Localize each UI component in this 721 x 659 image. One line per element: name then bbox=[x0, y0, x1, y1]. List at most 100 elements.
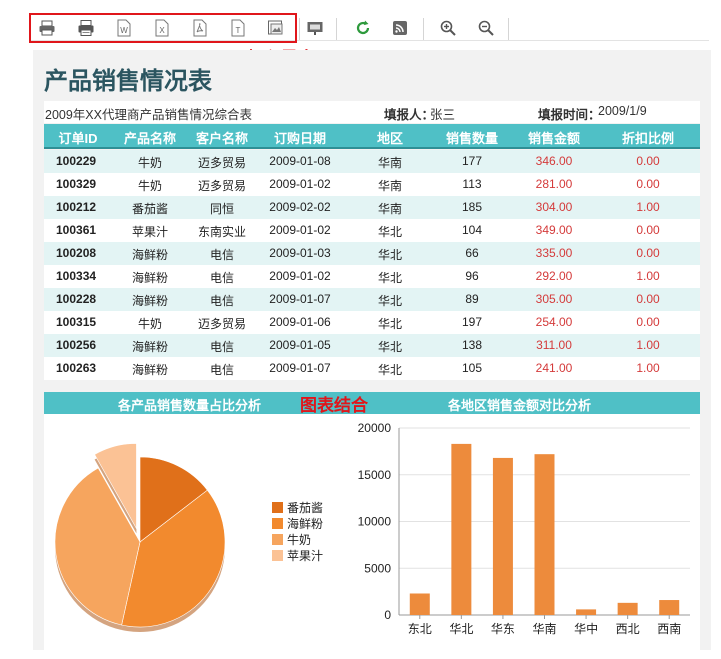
table-cell: 1.00 bbox=[636, 338, 660, 352]
table-cell: 迈多贸易 bbox=[197, 156, 246, 170]
table-cell: 349.00 bbox=[535, 223, 573, 237]
table-cell: 100212 bbox=[56, 200, 97, 214]
column-header[interactable]: 订购日期 bbox=[264, 128, 336, 147]
report-info-bar: 2009年XX代理商产品销售情况综合表 填报人： 张三 填报时间： 2009/1… bbox=[44, 101, 700, 123]
table-cell: 2009-02-02 bbox=[269, 200, 331, 214]
table-cell: 0.00 bbox=[636, 315, 660, 329]
table-cell: 254.00 bbox=[535, 315, 573, 329]
table-cell: 电信 bbox=[209, 248, 234, 262]
feed-icon bbox=[393, 21, 407, 35]
toolbar-separator bbox=[423, 18, 424, 40]
table-cell: 迈多贸易 bbox=[197, 179, 246, 193]
table-row[interactable]: 100334 海鲜粉 电信 2009-01-02 华北 96 292.00 1.00 bbox=[44, 265, 700, 288]
zoom-in-button[interactable] bbox=[436, 16, 460, 40]
table-cell: 0.00 bbox=[636, 177, 660, 191]
table-cell: 2009-01-03 bbox=[269, 246, 331, 260]
table-cell: 电信 bbox=[209, 363, 234, 377]
reporter-value: 张三 bbox=[430, 108, 456, 122]
chart-annotation: 图表结合 bbox=[300, 396, 368, 416]
table-cell: 牛奶 bbox=[137, 317, 162, 331]
table-row[interactable]: 100229 牛奶 迈多贸易 2009-01-08 华南 177 346.00 0.00 bbox=[44, 150, 700, 173]
report-time-value: 2009/1/9 bbox=[598, 104, 647, 118]
column-header[interactable]: 客户名称 bbox=[188, 128, 256, 147]
chart-area: 番茄酱 海鲜粉 牛奶 苹果汁 0 5000 10000 15000 20000 东北 华北 华东 华南 华… bbox=[44, 414, 700, 650]
table-cell: 335.00 bbox=[535, 246, 573, 260]
table-cell: 100315 bbox=[56, 315, 97, 329]
column-header[interactable]: 地区 bbox=[362, 128, 418, 147]
table-cell: 2009-01-06 bbox=[269, 315, 331, 329]
export-annotation-box bbox=[29, 13, 297, 43]
table-cell: 138 bbox=[461, 338, 483, 352]
legend-swatch bbox=[272, 502, 283, 513]
report-time-label: 填报时间： bbox=[538, 108, 601, 122]
table-row[interactable]: 100208 海鲜粉 电信 2009-01-03 华北 66 335.00 0.00 bbox=[44, 242, 700, 265]
table-cell: 0.00 bbox=[636, 292, 660, 306]
table-cell: 华北 bbox=[377, 340, 402, 354]
table-cell: 华北 bbox=[377, 317, 402, 331]
table-cell: 东南实业 bbox=[197, 225, 246, 239]
table-cell: 292.00 bbox=[535, 269, 573, 283]
table-cell: 113 bbox=[462, 177, 482, 191]
bar-chart-title: 各地区销售金额对比分析 bbox=[448, 398, 592, 413]
refresh-button[interactable] bbox=[351, 16, 375, 40]
table-cell: 0.00 bbox=[636, 246, 660, 260]
bar bbox=[409, 593, 430, 615]
table-cell: 177 bbox=[461, 154, 483, 168]
table-cell: 华北 bbox=[377, 294, 402, 308]
table-row[interactable]: 100212 番茄酱 同恒 2009-02-02 华南 185 304.00 1.00 bbox=[44, 196, 700, 219]
table-cell: 185 bbox=[461, 200, 483, 214]
table-cell: 华南 bbox=[377, 179, 402, 193]
column-header[interactable]: 折扣比例 bbox=[614, 128, 682, 147]
table-cell: 281.00 bbox=[535, 177, 573, 191]
table-cell: 海鲜粉 bbox=[131, 248, 168, 262]
table-row[interactable]: 100361 苹果汁 东南实业 2009-01-02 华北 104 349.00 0.00 bbox=[44, 219, 700, 242]
x-tick-label: 华南 bbox=[532, 621, 556, 636]
y-tick-label: 20000 bbox=[358, 421, 392, 435]
table-cell: 100334 bbox=[56, 269, 97, 283]
table-cell: 海鲜粉 bbox=[131, 271, 168, 285]
table-cell: 1.00 bbox=[636, 269, 660, 283]
table-cell: 电信 bbox=[209, 294, 234, 308]
presentation-button[interactable] bbox=[303, 16, 327, 40]
column-header[interactable]: 订单ID bbox=[44, 128, 112, 147]
table-cell: 华北 bbox=[377, 225, 402, 239]
table-cell: 华北 bbox=[377, 271, 402, 285]
table-cell: 100229 bbox=[56, 154, 97, 168]
table-cell: 华北 bbox=[377, 248, 402, 262]
legend-swatch bbox=[272, 518, 283, 529]
column-header[interactable]: 产品名称 bbox=[116, 128, 184, 147]
report-subtitle: 2009年XX代理商产品销售情况综合表 bbox=[45, 108, 252, 122]
table-cell: 104 bbox=[461, 223, 483, 237]
table-header: 订单ID 产品名称 客户名称 订购日期 地区 销售数量 销售金额 折扣比例 bbox=[44, 124, 700, 149]
table-cell: 华北 bbox=[377, 363, 402, 377]
table-row[interactable]: 100263 海鲜粉 电信 2009-01-07 华北 105 241.00 1.00 bbox=[44, 357, 700, 380]
toolbar: W X T bbox=[0, 0, 721, 44]
table-row[interactable]: 100228 海鲜粉 电信 2009-01-07 华北 89 305.00 0.00 bbox=[44, 288, 700, 311]
table-row[interactable]: 100329 牛奶 迈多贸易 2009-01-02 华南 113 281.00 0.00 bbox=[44, 173, 700, 196]
column-header[interactable]: 销售数量 bbox=[438, 128, 506, 147]
table-cell: 电信 bbox=[209, 340, 234, 354]
zoom-out-button[interactable] bbox=[474, 16, 498, 40]
column-header[interactable]: 销售金额 bbox=[520, 128, 588, 147]
table-cell: 197 bbox=[461, 315, 483, 329]
table-row[interactable]: 100256 海鲜粉 电信 2009-01-05 华北 138 311.00 1.00 bbox=[44, 334, 700, 357]
presentation-icon bbox=[307, 22, 323, 35]
toggle-button[interactable] bbox=[388, 16, 412, 40]
table-cell: 0.00 bbox=[636, 223, 660, 237]
x-tick-label: 西北 bbox=[616, 622, 640, 636]
table-row[interactable]: 100315 牛奶 迈多贸易 2009-01-06 华北 197 254.00 0.00 bbox=[44, 311, 700, 334]
table-cell: 迈多贸易 bbox=[197, 317, 246, 331]
table-cell: 1.00 bbox=[636, 361, 660, 375]
table-cell: 2009-01-05 bbox=[269, 338, 331, 352]
table-cell: 66 bbox=[465, 246, 479, 260]
zoom-out-icon bbox=[478, 20, 494, 36]
bar bbox=[576, 609, 597, 615]
pie-chart-title: 各产品销售数量占比分析 bbox=[118, 398, 262, 413]
table-cell: 2009-01-07 bbox=[269, 292, 331, 306]
y-tick-label: 0 bbox=[384, 608, 391, 622]
table-cell: 海鲜粉 bbox=[131, 340, 168, 354]
x-tick-label: 华东 bbox=[491, 622, 515, 636]
table-cell: 100263 bbox=[56, 361, 97, 375]
table-cell: 1.00 bbox=[636, 200, 660, 214]
table-cell: 96 bbox=[465, 269, 479, 283]
